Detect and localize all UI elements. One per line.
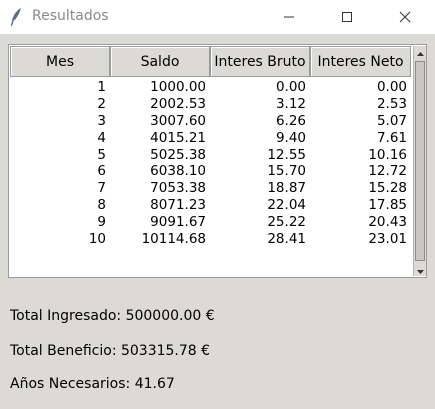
chevron-up-icon — [417, 52, 424, 56]
table-row[interactable]: 9 9091.67 25.22 20.43 — [10, 214, 412, 231]
table-row[interactable]: 10 10114.68 28.41 23.01 — [10, 231, 412, 248]
results-window: Resultados Mes Saldo Interes Bruto Inter… — [0, 0, 435, 409]
total-beneficio-label: Total Beneficio: 503315.78 € — [10, 343, 211, 359]
cell-interes-bruto: 28.41 — [267, 231, 306, 248]
scrollbar-thumb[interactable] — [415, 61, 425, 261]
cell-saldo: 7053.38 — [150, 180, 206, 197]
cell-interes-neto: 23.01 — [368, 231, 407, 248]
scroll-down-button[interactable] — [414, 263, 427, 276]
cell-mes: 6 — [97, 163, 106, 180]
cell-interes-neto: 5.07 — [376, 112, 407, 129]
cell-interes-neto: 17.85 — [368, 197, 407, 214]
cell-interes-bruto: 18.87 — [267, 180, 306, 197]
table-row[interactable]: 4 4015.21 9.40 7.61 — [10, 130, 412, 147]
maximize-button[interactable] — [324, 0, 370, 34]
cell-saldo: 9091.67 — [150, 214, 206, 231]
cell-saldo: 5025.38 — [150, 146, 206, 163]
cell-mes: 8 — [97, 197, 106, 214]
cell-saldo: 1000.00 — [150, 79, 206, 95]
cell-interes-neto: 10.16 — [368, 146, 407, 163]
cell-saldo: 4015.21 — [150, 129, 206, 146]
cell-mes: 5 — [97, 146, 106, 163]
cell-interes-neto: 15.28 — [368, 180, 407, 197]
cell-interes-neto: 2.53 — [376, 95, 407, 112]
minimize-icon — [284, 16, 294, 18]
minimize-button[interactable] — [266, 0, 312, 34]
table-header: Mes Saldo Interes Bruto Interes Neto — [10, 46, 412, 77]
feather-icon — [8, 7, 24, 27]
scroll-up-button[interactable] — [414, 46, 427, 59]
cell-interes-bruto: 25.22 — [267, 214, 306, 231]
cell-saldo: 10114.68 — [141, 231, 206, 248]
anos-necesarios-label: Años Necesarios: 41.67 — [10, 376, 175, 392]
table-row[interactable]: 2 2002.53 3.12 2.53 — [10, 96, 412, 113]
title-bar[interactable]: Resultados — [0, 0, 435, 34]
cell-saldo: 2002.53 — [150, 95, 206, 112]
close-icon — [399, 11, 411, 23]
cell-interes-bruto: 0.00 — [275, 79, 306, 95]
column-header-saldo[interactable]: Saldo — [110, 46, 210, 77]
cell-interes-neto: 12.72 — [368, 163, 407, 180]
table-body: 1 1000.00 0.00 0.00 2 2002.53 3.12 2.53 … — [10, 79, 412, 248]
vertical-scrollbar[interactable] — [413, 46, 426, 276]
window-title: Resultados — [32, 8, 109, 24]
cell-mes: 1 — [97, 79, 106, 95]
table-row[interactable]: 1 1000.00 0.00 0.00 — [10, 79, 412, 96]
table-row[interactable]: 6 6038.10 15.70 12.72 — [10, 163, 412, 180]
cell-interes-bruto: 22.04 — [267, 197, 306, 214]
cell-saldo: 8071.23 — [150, 197, 206, 214]
cell-interes-bruto: 6.26 — [275, 112, 306, 129]
table-row[interactable]: 8 8071.23 22.04 17.85 — [10, 197, 412, 214]
maximize-icon — [342, 12, 352, 22]
cell-saldo: 6038.10 — [150, 163, 206, 180]
cell-mes: 4 — [97, 129, 106, 146]
cell-mes: 3 — [97, 112, 106, 129]
column-header-mes[interactable]: Mes — [10, 46, 110, 77]
column-header-interes-neto[interactable]: Interes Neto — [310, 46, 411, 77]
total-ingresado-label: Total Ingresado: 500000.00 € — [10, 308, 215, 324]
cell-mes: 7 — [97, 180, 106, 197]
cell-interes-bruto: 12.55 — [267, 146, 306, 163]
cell-interes-bruto: 15.70 — [267, 163, 306, 180]
cell-saldo: 3007.60 — [150, 112, 206, 129]
table-row[interactable]: 7 7053.38 18.87 15.28 — [10, 180, 412, 197]
cell-interes-bruto: 3.12 — [275, 95, 306, 112]
cell-interes-bruto: 9.40 — [275, 129, 306, 146]
table-row[interactable]: 3 3007.60 6.26 5.07 — [10, 113, 412, 130]
cell-mes: 2 — [97, 95, 106, 112]
table-row[interactable]: 5 5025.38 12.55 10.16 — [10, 147, 412, 164]
column-header-interes-bruto[interactable]: Interes Bruto — [210, 46, 310, 77]
chevron-down-icon — [417, 270, 424, 274]
cell-mes: 10 — [88, 231, 106, 248]
cell-interes-neto: 7.61 — [376, 129, 407, 146]
cell-interes-neto: 0.00 — [376, 79, 407, 95]
results-table[interactable]: Mes Saldo Interes Bruto Interes Neto 1 1… — [8, 44, 427, 278]
close-button[interactable] — [382, 0, 428, 34]
cell-interes-neto: 20.43 — [368, 214, 407, 231]
cell-mes: 9 — [97, 214, 106, 231]
